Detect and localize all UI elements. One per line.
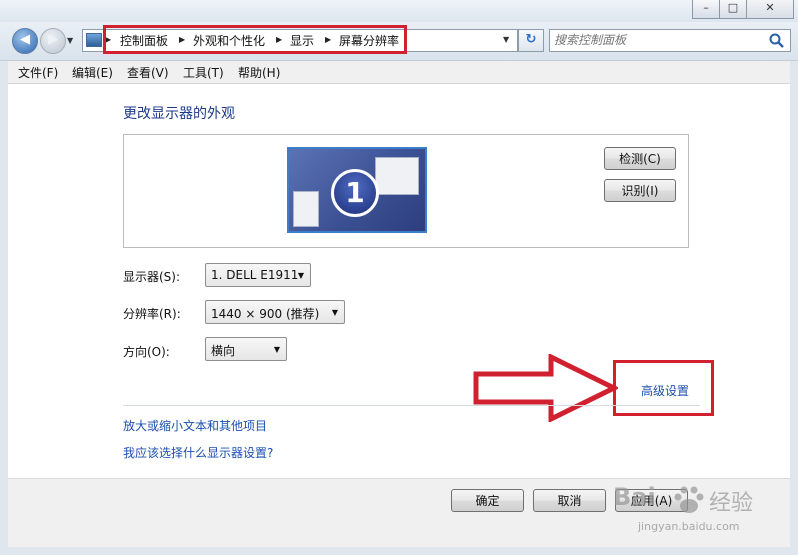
display-select[interactable]: 1. DELL E1911 ▼ (205, 263, 311, 287)
monitor-preview-panel: 1 检测(C) 识别(I) (123, 134, 689, 248)
menu-bar: 文件(F) 编辑(E) 查看(V) 工具(T) 帮助(H) (8, 61, 790, 84)
recent-pages-dropdown[interactable]: ▼ (67, 36, 73, 45)
chevron-down-icon: ▼ (273, 345, 280, 354)
chevron-down-icon: ▼ (297, 271, 304, 280)
monitor-thumbnail[interactable]: 1 (287, 147, 427, 233)
resolution-select-value: 1440 × 900 (推荐) (211, 307, 320, 321)
search-icon[interactable] (768, 32, 786, 49)
text-size-link[interactable]: 放大或缩小文本和其他项目 (123, 417, 267, 434)
orientation-label: 方向(O): (123, 345, 170, 359)
forward-button[interactable]: ▶ (40, 28, 66, 54)
section-divider (123, 405, 700, 406)
watermark-brand: Bai (613, 483, 656, 511)
refresh-button[interactable]: ↻ (518, 29, 544, 52)
search-input[interactable] (554, 32, 760, 48)
menu-file[interactable]: 文件(F) (18, 64, 58, 81)
chevron-down-icon: ▼ (331, 308, 338, 317)
display-select-value: 1. DELL E1911 (211, 268, 299, 282)
page-title: 更改显示器的外观 (123, 106, 235, 122)
maximize-button[interactable]: □ (719, 0, 747, 19)
orientation-select-value: 横向 (211, 344, 236, 358)
which-settings-link[interactable]: 我应该选择什么显示器设置? (123, 444, 273, 461)
back-button[interactable]: ◀ (12, 28, 38, 54)
annotation-arrow-icon (473, 354, 618, 422)
monitor-number-badge: 1 (331, 169, 379, 217)
content-area: 更改显示器的外观 1 检测(C) 识别(I) 显示器(S): 1. DELL E… (8, 84, 790, 546)
menu-tools[interactable]: 工具(T) (183, 64, 224, 81)
ok-button[interactable]: 确定 (451, 489, 524, 512)
address-highlight-box (103, 25, 407, 54)
paw-logo-icon (674, 486, 704, 513)
window-thumbnail-icon (293, 191, 319, 227)
menu-view[interactable]: 查看(V) (127, 64, 169, 81)
advanced-settings-highlight-box (613, 360, 714, 416)
close-button[interactable]: ✕ (746, 0, 794, 19)
title-bar: – □ ✕ (0, 0, 798, 22)
menu-help[interactable]: 帮助(H) (238, 64, 280, 81)
minimize-button[interactable]: – (692, 0, 720, 19)
menu-edit[interactable]: 编辑(E) (72, 64, 113, 81)
orientation-select[interactable]: 横向 ▼ (205, 337, 287, 361)
cancel-button[interactable]: 取消 (533, 489, 606, 512)
search-box[interactable] (549, 29, 791, 52)
window-thumbnail-icon (375, 157, 419, 195)
detect-button[interactable]: 检测(C) (604, 147, 676, 170)
address-dropdown-arrow[interactable]: ▼ (503, 32, 509, 47)
resolution-label: 分辨率(R): (123, 307, 181, 321)
identify-button[interactable]: 识别(I) (604, 179, 676, 202)
watermark-url: jingyan.baidu.com (638, 520, 740, 533)
watermark-text: 经验 (709, 491, 754, 516)
display-label: 显示器(S): (123, 270, 181, 284)
resolution-select[interactable]: 1440 × 900 (推荐) ▼ (205, 300, 345, 324)
control-panel-icon (86, 33, 102, 47)
